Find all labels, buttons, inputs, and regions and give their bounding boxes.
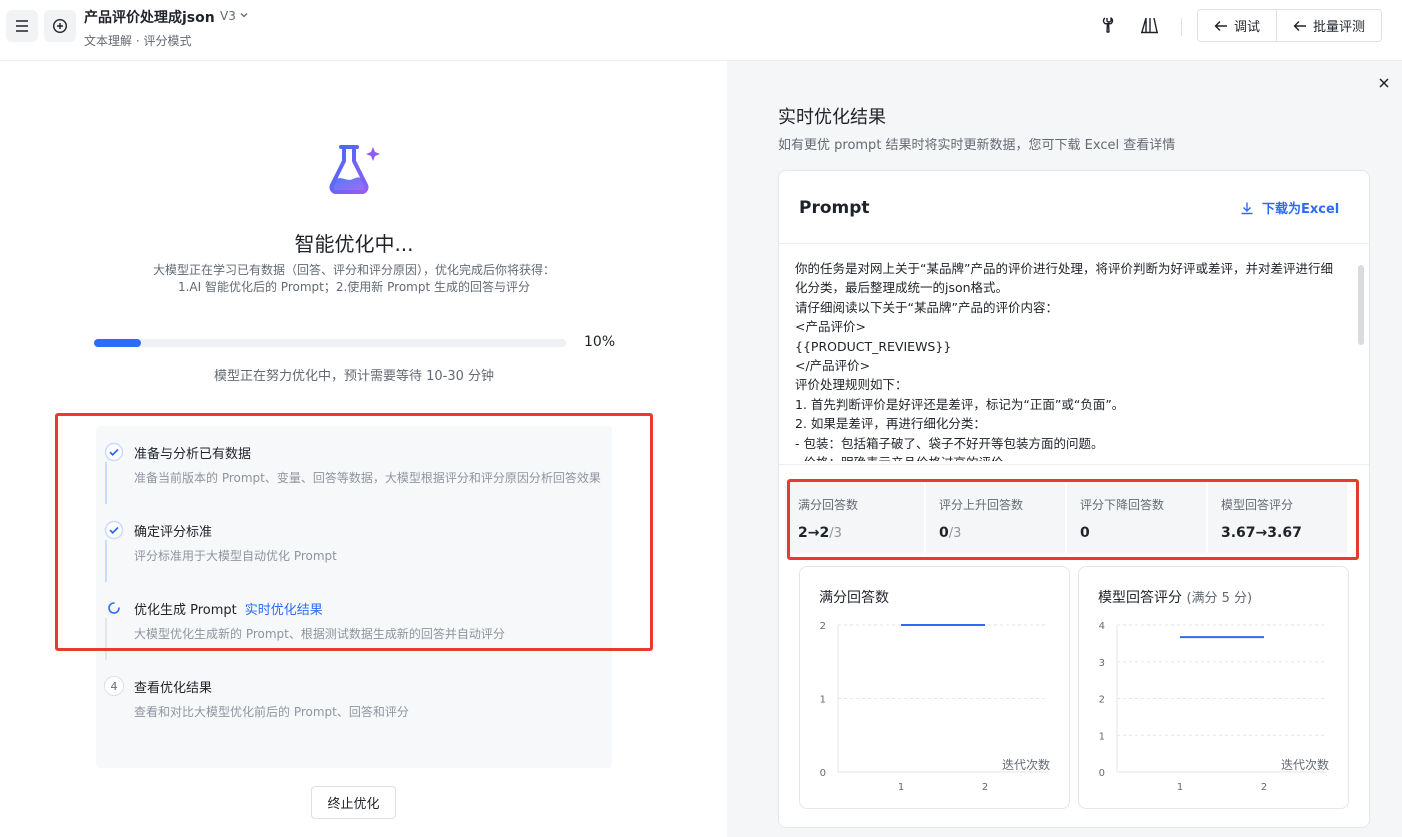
step-description: 查看和对比大模型优化前后的 Prompt、回答和评分 (134, 705, 409, 719)
x-tick-label: 2 (982, 782, 988, 793)
chart-plot: 0 1 2 3 4 1 2 迭代次数 (1099, 621, 1329, 793)
y-tick-label: 3 (1099, 658, 1105, 669)
menu-button[interactable] (6, 10, 38, 42)
highlight-box (55, 413, 653, 651)
prompt-line: - 价格：明确表示产品价格过高的评价。 (795, 453, 1343, 461)
y-tick-label: 1 (820, 695, 826, 706)
prompt-line: 2. 如果是差评，再进行细化分类： (795, 416, 986, 432)
x-axis-label: 迭代次数 (1281, 757, 1329, 772)
batch-eval-button[interactable]: 批量评测 (1276, 10, 1382, 41)
results-title: 实时优化结果 (778, 107, 886, 128)
y-tick-label: 0 (820, 768, 826, 779)
prompt-scrollbar[interactable] (1357, 259, 1365, 461)
scrollbar-thumb[interactable] (1358, 265, 1364, 345)
chart-model-score: 模型回答评分 (满分 5 分) 0 1 2 3 4 1 2 迭代次数 (1078, 566, 1349, 809)
prompt-label: Prompt (799, 198, 870, 218)
app-title: 产品评价处理成json (84, 10, 215, 26)
top-header: 产品评价处理成json V3 文本理解 · 评分模式 调试 批量评测 (0, 0, 1402, 61)
x-tick-label: 2 (1261, 782, 1267, 793)
stats-highlight-box (787, 479, 1359, 560)
y-tick-label: 0 (1099, 768, 1105, 779)
prompt-line: 评价处理规则如下： (795, 377, 908, 393)
arrow-left-icon (1293, 20, 1307, 31)
stop-optimization-button[interactable]: 终止优化 (311, 786, 396, 819)
y-tick-label: 2 (820, 621, 826, 632)
prompt-line: 请仔细阅读以下关于“某品牌”产品的评价内容： (795, 299, 1058, 315)
batch-eval-label: 批量评测 (1313, 20, 1366, 35)
debug-button[interactable]: 调试 (1198, 10, 1277, 41)
menu-icon (16, 20, 28, 32)
divider (779, 464, 1369, 465)
step-number: 4 (104, 676, 124, 696)
x-axis-label: 迭代次数 (1002, 757, 1050, 772)
arrow-left-icon (1214, 20, 1227, 31)
app-subtitle: 文本理解 · 评分模式 (84, 34, 192, 48)
chevron-down-icon[interactable] (239, 10, 249, 20)
optimization-panel: 智能优化中... 大模型正在学习已有数据（回答、评分和评分原因），优化完成后你将… (0, 61, 727, 837)
prompt-line: </产品评价> (795, 358, 871, 374)
header-button-group: 调试 批量评测 (1197, 9, 1383, 42)
library-icon (1141, 17, 1158, 34)
download-icon (1241, 202, 1253, 214)
prompt-line: - 包装：包括箱子破了、袋子不好开等包装方面的问题。 (795, 435, 1104, 451)
description-line-2: 1.AI 智能优化后的 Prompt；2.使用新 Prompt 生成的回答与评分 (177, 280, 530, 294)
y-tick-label: 2 (1099, 695, 1105, 706)
prompt-line: <产品评价> (795, 319, 866, 335)
y-tick-label: 4 (1099, 621, 1105, 632)
prompt-line: 1. 首先判断评价是好评还是差评，标记为“正面”或“负面”。 (795, 396, 1125, 412)
progress-note: 模型正在努力优化中，预计需要等待 10-30 分钟 (213, 369, 495, 384)
wrench-button[interactable] (1097, 14, 1119, 36)
add-button[interactable] (44, 10, 76, 42)
chart-full-score: 满分回答数 0 1 2 1 2 迭代次数 (799, 566, 1070, 809)
step-title: 查看优化结果 (134, 681, 213, 696)
description-line-1: 大模型正在学习已有数据（回答、评分和评分原因），优化完成后你将获得： (152, 263, 555, 277)
header-divider (1181, 18, 1182, 36)
wrench-icon (1102, 17, 1114, 33)
divider (779, 243, 1369, 244)
library-button[interactable] (1138, 14, 1160, 36)
chart-plot: 0 1 2 1 2 迭代次数 (820, 621, 1050, 793)
version-selector[interactable]: V3 (220, 9, 236, 23)
flask-sparkle-icon (329, 145, 380, 194)
download-excel-button[interactable]: 下载为Excel (1240, 198, 1339, 217)
optimization-title: 智能优化中... (294, 232, 414, 256)
prompt-text: 你的任务是对网上关于“某品牌”产品的评价进行处理，将评价判断为好评或差评，并对差… (795, 259, 1343, 461)
results-panel: 实时优化结果 如有更优 prompt 结果时将实时更新数据，您可下载 Excel… (727, 61, 1402, 837)
prompt-line: {{PRODUCT_REVIEWS}} (795, 338, 952, 354)
y-tick-label: 1 (1099, 731, 1105, 742)
plus-circle-icon (52, 18, 68, 34)
optimization-description: 大模型正在学习已有数据（回答、评分和评分原因），优化完成后你将获得： 1.AI … (0, 262, 708, 296)
x-tick-label: 1 (898, 782, 904, 793)
progress-bar (94, 339, 566, 347)
close-icon[interactable] (1376, 75, 1392, 91)
prompt-line: 你的任务是对网上关于“某品牌”产品的评价进行处理，将评价判断为好评或差评，并对差… (795, 261, 1333, 296)
x-tick-label: 1 (1177, 782, 1183, 793)
debug-label: 调试 (1234, 20, 1261, 35)
progress-fill (94, 339, 142, 347)
results-description: 如有更优 prompt 结果时将实时更新数据，您可下载 Excel 查看详情 (778, 138, 1176, 153)
progress-percent: 10% (584, 334, 616, 350)
download-label: 下载为Excel (1262, 202, 1340, 217)
